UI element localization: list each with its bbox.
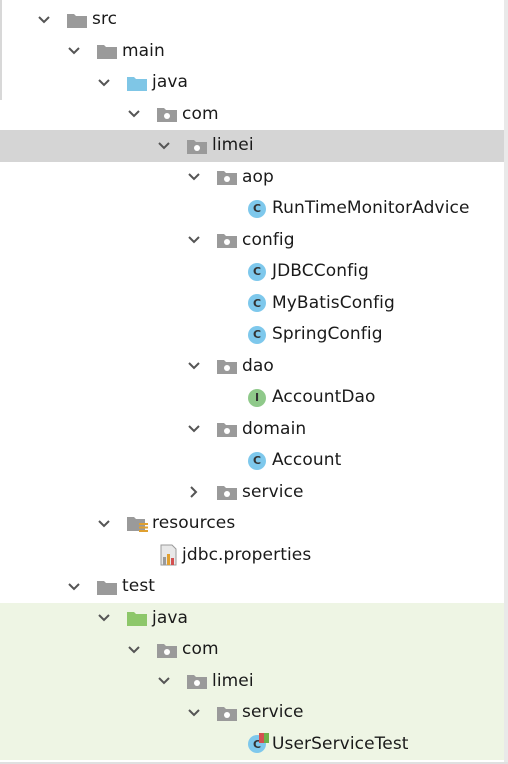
chevron-down-icon[interactable] (156, 673, 172, 689)
tree-node-label: MyBatisConfig (272, 292, 395, 313)
tree-node-label: com (182, 103, 219, 124)
tree-node-label: java (152, 607, 189, 628)
chevron-down-icon[interactable] (186, 358, 202, 374)
package-icon (186, 670, 208, 692)
tree-node-service-test[interactable]: service (0, 697, 504, 729)
package-icon (216, 481, 238, 503)
tree-node-label: Account (272, 450, 342, 471)
class-icon: C (246, 261, 268, 283)
chevron-down-icon[interactable] (186, 421, 202, 437)
tree-node-label: service (242, 481, 304, 502)
tree-node-jdbc-properties[interactable]: jdbc.properties (0, 540, 504, 572)
tree-node-java-main[interactable]: java (0, 67, 504, 99)
package-icon (156, 103, 178, 125)
folder-icon (96, 576, 118, 598)
chevron-down-icon[interactable] (36, 12, 52, 28)
tree-node-label: resources (152, 513, 236, 534)
chevron-down-icon[interactable] (96, 516, 112, 532)
test-marker-icon (259, 733, 269, 744)
class-icon: C (246, 292, 268, 314)
test-class-icon: C (246, 733, 269, 755)
tree-node-label: SpringConfig (272, 324, 383, 345)
chevron-down-icon[interactable] (96, 610, 112, 626)
tree-node-label: aop (242, 166, 274, 187)
interface-icon: I (246, 387, 268, 409)
package-icon (156, 639, 178, 661)
tree-node-label: limei (212, 670, 254, 691)
chevron-down-icon[interactable] (186, 169, 202, 185)
tree-node-resources[interactable]: resources (0, 508, 504, 540)
chevron-down-icon[interactable] (66, 43, 82, 59)
package-icon (216, 418, 238, 440)
tree-node-label: jdbc.properties (182, 544, 312, 565)
tree-node-limei-test[interactable]: limei (0, 665, 504, 697)
tree-node-label: JDBCConfig (272, 261, 369, 282)
package-icon (216, 702, 238, 724)
package-icon (186, 135, 208, 157)
tree-node-label: src (92, 9, 118, 30)
tree-node-domain[interactable]: domain (0, 414, 504, 446)
tree-node-dao[interactable]: dao (0, 351, 504, 383)
tree-node-com-main[interactable]: com (0, 99, 504, 131)
chevron-down-icon[interactable] (186, 232, 202, 248)
resources-folder-icon (126, 513, 148, 535)
class-icon: C (246, 198, 268, 220)
tree-node-label: com (182, 639, 219, 660)
chevron-down-icon[interactable] (96, 75, 112, 91)
chevron-down-icon[interactable] (126, 642, 142, 658)
tree-node-main[interactable]: main (0, 36, 504, 68)
tree-node-service-main[interactable]: service (0, 477, 504, 509)
tree-node-label: limei (212, 135, 254, 156)
package-icon (216, 166, 238, 188)
tree-node-label: java (152, 72, 189, 93)
folder-icon (66, 9, 88, 31)
tree-node-label: test (122, 576, 156, 597)
test-source-root-folder-icon (126, 607, 148, 629)
class-letter: C (248, 262, 266, 281)
class-letter: C (248, 294, 266, 313)
tree-node-runtimemonitoradvice[interactable]: C RunTimeMonitorAdvice (0, 193, 504, 225)
class-icon: C (246, 450, 268, 472)
tree-node-label: config (242, 229, 295, 250)
tree-node-mybatisconfig[interactable]: C MyBatisConfig (0, 288, 504, 320)
tree-node-label: RunTimeMonitorAdvice (272, 198, 470, 219)
properties-file-icon (158, 544, 180, 566)
tree-node-label: main (122, 40, 165, 61)
package-icon (216, 229, 238, 251)
class-letter: C (248, 325, 266, 344)
tree-node-config[interactable]: config (0, 225, 504, 257)
tree-node-src[interactable]: src (0, 4, 504, 36)
tree-node-aop[interactable]: aop (0, 162, 504, 194)
project-tree: src main java com limei aop C RunTimeMon… (0, 0, 508, 764)
tree-node-test[interactable]: test (0, 571, 504, 603)
interface-letter: I (248, 388, 266, 407)
tree-node-limei-main[interactable]: limei (0, 130, 504, 162)
tree-node-userservicetest[interactable]: C UserServiceTest (0, 728, 504, 760)
tree-node-label: service (242, 702, 304, 723)
chevron-down-icon[interactable] (126, 106, 142, 122)
package-icon (216, 355, 238, 377)
tree-node-label: dao (242, 355, 274, 376)
source-root-folder-icon (126, 72, 148, 94)
chevron-right-icon[interactable] (186, 484, 202, 500)
tree-node-label: AccountDao (272, 387, 376, 408)
tree-node-springconfig[interactable]: C SpringConfig (0, 319, 504, 351)
tree-node-com-test[interactable]: com (0, 634, 504, 666)
tree-node-label: domain (242, 418, 307, 439)
vertical-scrollbar[interactable] (504, 0, 508, 764)
tree-node-account[interactable]: C Account (0, 445, 504, 477)
class-letter: C (248, 199, 266, 218)
tree-node-accountdao[interactable]: I AccountDao (0, 382, 504, 414)
chevron-down-icon[interactable] (186, 705, 202, 721)
class-icon: C (246, 324, 268, 346)
class-letter: C (248, 451, 266, 470)
tree-node-label: UserServiceTest (272, 733, 409, 754)
chevron-down-icon[interactable] (66, 579, 82, 595)
tree-node-jdbcconfig[interactable]: C JDBCConfig (0, 256, 504, 288)
folder-icon (96, 40, 118, 62)
tree-node-java-test[interactable]: java (0, 602, 504, 634)
chevron-down-icon[interactable] (156, 138, 172, 154)
